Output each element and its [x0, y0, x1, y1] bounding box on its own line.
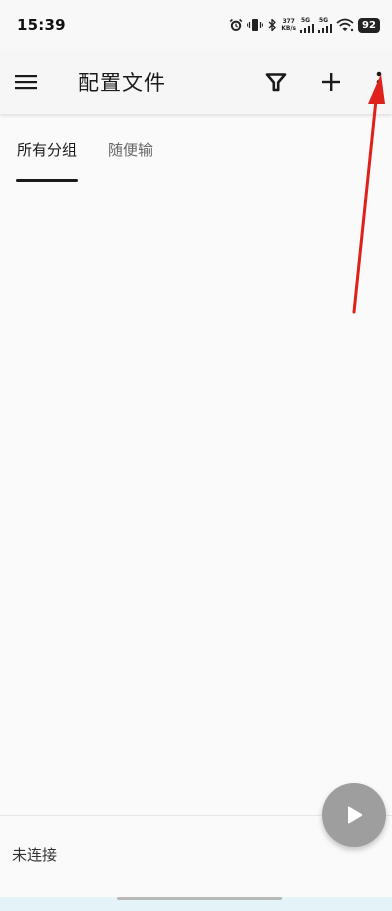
connect-fab-button[interactable]	[322, 783, 386, 847]
menu-icon	[15, 75, 37, 90]
wifi-icon	[336, 18, 354, 32]
screen: 15:39 377 KB/s 5G 5G 92 配置文件 所有分组 随便输 未连…	[0, 0, 392, 911]
alarm-icon	[230, 18, 243, 31]
group-tabs: 所有分组 随便输	[0, 114, 392, 184]
gesture-area	[0, 897, 392, 911]
tab-label: 所有分组	[17, 140, 78, 159]
more-options-button[interactable]	[366, 50, 392, 114]
bluetooth-icon	[268, 18, 277, 32]
gesture-handle[interactable]	[117, 897, 282, 900]
signal-bars-icon	[300, 23, 314, 33]
menu-button[interactable]	[10, 50, 42, 114]
status-bar: 15:39 377 KB/s 5G 5G 92	[0, 0, 392, 50]
status-icons: 377 KB/s 5G 5G 92	[229, 17, 380, 33]
profile-list	[0, 184, 392, 815]
filter-button[interactable]	[260, 50, 292, 114]
page-title: 配置文件	[78, 71, 166, 95]
add-button[interactable]	[315, 50, 347, 114]
status-time: 15:39	[17, 16, 66, 34]
tab-all-groups[interactable]: 所有分组	[16, 114, 79, 184]
tab-group-2[interactable]: 随便输	[108, 114, 153, 184]
battery-indicator: 92	[358, 17, 380, 33]
connection-status: 未连接	[12, 845, 58, 864]
vibrate-icon	[247, 19, 264, 31]
more-vert-icon	[376, 71, 382, 93]
filter-icon	[265, 73, 287, 92]
signal-2: 5G	[318, 17, 332, 33]
tab-label: 随便输	[108, 140, 154, 159]
add-icon	[322, 73, 340, 91]
network-speed: 377 KB/s	[281, 18, 296, 32]
tab-indicator	[16, 179, 79, 182]
signal-1: 5G	[300, 17, 314, 33]
network-speed-unit: KB/s	[281, 24, 296, 32]
play-icon	[348, 806, 363, 824]
app-bar: 配置文件	[0, 50, 392, 114]
signal-bars-icon	[318, 23, 332, 33]
